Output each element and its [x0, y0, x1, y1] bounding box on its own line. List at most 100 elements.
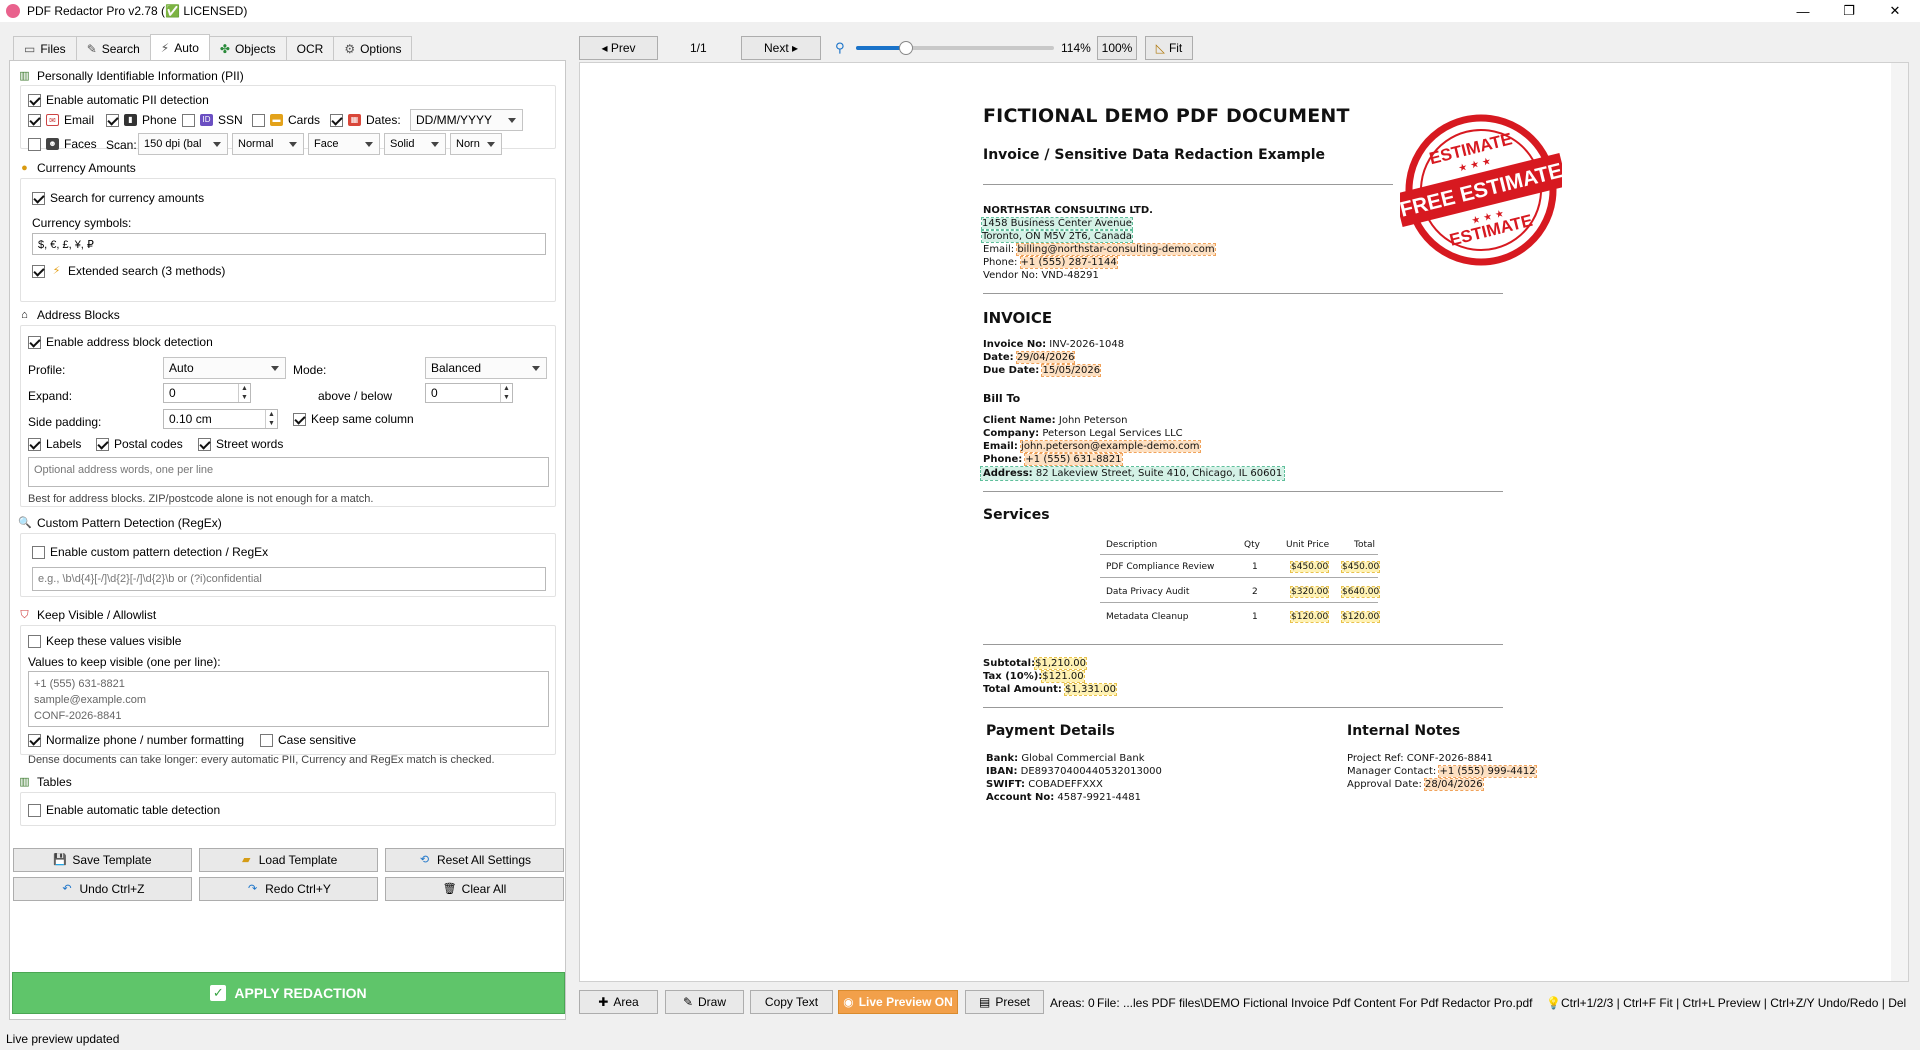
tab-objects[interactable]: ✤ Objects — [208, 36, 287, 60]
client-email-match[interactable]: john.peterson@example-demo.com — [1020, 440, 1201, 453]
manager-phone-match[interactable]: +1 (555) 999-4412 — [1438, 765, 1537, 778]
ssn-checkbox[interactable] — [182, 113, 195, 127]
save-template-button[interactable]: 💾 Save Template — [13, 848, 192, 872]
street-checkbox[interactable] — [198, 437, 211, 451]
currency-match[interactable]: $450.00 — [1289, 561, 1330, 573]
currency-match[interactable]: $120.00 — [1289, 611, 1330, 623]
above-below-spinbox[interactable]: 0 ▲ ▼ — [425, 383, 513, 403]
address-mode-select[interactable]: Balanced — [425, 357, 547, 379]
tab-search[interactable]: ✎ Search — [75, 36, 151, 60]
normalize-checkbox[interactable] — [28, 733, 41, 747]
optional-address-words-input[interactable]: Optional address words, one per line — [28, 457, 549, 487]
profile-select[interactable]: Auto — [163, 357, 286, 379]
expand-spinbox[interactable]: 0 ▲ ▼ — [163, 383, 251, 403]
currency-match[interactable]: $120.00 — [1340, 611, 1381, 623]
scan-dpi-select[interactable]: 150 dpi (bal — [138, 133, 228, 155]
live-preview-toggle[interactable]: ◉ Live Preview ON — [838, 990, 958, 1014]
spin-arrows[interactable]: ▲ ▼ — [238, 384, 250, 402]
tables-enable-row[interactable]: Enable automatic table detection — [28, 803, 220, 817]
fill-style-select[interactable]: Solid — [384, 133, 446, 155]
case-sensitive-row[interactable]: Case sensitive — [260, 733, 356, 747]
pii-email-row[interactable]: ✉ Email — [28, 113, 94, 127]
close-button[interactable]: ✕ — [1872, 0, 1918, 22]
tab-files[interactable]: ▭ Files — [13, 36, 77, 60]
next-page-button[interactable]: Next ▸ — [741, 36, 821, 60]
pii-enable-checkbox[interactable] — [28, 93, 41, 107]
spin-arrows[interactable]: ▲ ▼ — [265, 410, 277, 428]
currency-extended-row[interactable]: ⚡ Extended search (3 methods) — [32, 264, 225, 278]
reset-settings-button[interactable]: ⟲ Reset All Settings — [385, 848, 564, 872]
labels-checkbox[interactable] — [28, 437, 41, 451]
zoom-100-button[interactable]: 100% — [1097, 36, 1137, 60]
currency-search-checkbox[interactable] — [32, 191, 45, 205]
keep-visible-row[interactable]: Keep these values visible — [28, 634, 181, 648]
pii-enable-row[interactable]: Enable automatic PII detection — [28, 93, 209, 107]
face-target-select[interactable]: Face — [308, 133, 380, 155]
load-template-button[interactable]: ▰ Load Template — [199, 848, 378, 872]
pii-dates-row[interactable]: ▦ Dates: — [330, 113, 401, 127]
zoom-slider[interactable] — [856, 41, 1054, 55]
pii-ssn-row[interactable]: ID SSN — [182, 113, 243, 127]
vendor-email-match[interactable]: billing@northstar-consulting-demo.com — [1016, 243, 1216, 256]
faces-checkbox[interactable] — [28, 137, 41, 151]
pii-phone-row[interactable]: ▮ Phone — [106, 113, 177, 127]
currency-symbols-input[interactable]: $, €, £, ¥, ₽ — [32, 233, 546, 255]
vendor-address-line1[interactable]: 1458 Business Center Avenue — [981, 217, 1133, 230]
regex-enable-checkbox[interactable] — [32, 545, 45, 559]
norm-select[interactable]: Norn — [450, 133, 502, 155]
spin-arrows[interactable]: ▲ ▼ — [500, 384, 512, 402]
clear-all-button[interactable]: 🗑 Clear All — [385, 877, 564, 901]
normalize-row[interactable]: Normalize phone / number formatting — [28, 733, 244, 747]
postal-row[interactable]: Postal codes — [96, 437, 183, 451]
draw-button[interactable]: ✎ Draw — [665, 990, 744, 1014]
phone-checkbox[interactable] — [106, 113, 119, 127]
allowlist-textarea[interactable]: +1 (555) 631-8821 sample@example.com CON… — [28, 671, 549, 727]
email-checkbox[interactable] — [28, 113, 41, 127]
street-row[interactable]: Street words — [198, 437, 283, 451]
vendor-phone-match[interactable]: +1 (555) 287-1144 — [1019, 256, 1118, 269]
regex-enable-row[interactable]: Enable custom pattern detection / RegEx — [32, 545, 268, 559]
minimize-button[interactable]: — — [1780, 0, 1826, 22]
client-phone-match[interactable]: +1 (555) 631-8821 — [1024, 453, 1123, 466]
viewer-scrollbar[interactable] — [1891, 63, 1908, 981]
dates-checkbox[interactable] — [330, 113, 343, 127]
labels-row[interactable]: Labels — [28, 437, 81, 451]
date-format-select[interactable]: DD/MM/YYYY — [410, 109, 523, 131]
extended-search-checkbox[interactable] — [32, 264, 45, 278]
side-padding-spinbox[interactable]: 0.10 cm ▲ ▼ — [163, 409, 278, 429]
tab-ocr[interactable]: OCR — [285, 36, 335, 60]
currency-match[interactable]: $320.00 — [1289, 586, 1330, 598]
redo-button[interactable]: ↷ Redo Ctrl+Y — [199, 877, 378, 901]
currency-match[interactable]: $1,331.00 — [1064, 683, 1117, 696]
pii-faces-row[interactable]: ☻ Faces — [28, 137, 97, 151]
keep-visible-checkbox[interactable] — [28, 634, 41, 648]
vendor-address-line2[interactable]: Toronto, ON M5V 2T6, Canada — [980, 230, 1134, 243]
due-date-match[interactable]: 15/05/2026 — [1041, 364, 1102, 377]
maximize-button[interactable]: ❐ — [1826, 0, 1872, 22]
apply-redaction-button[interactable]: ✓ APPLY REDACTION — [12, 972, 565, 1014]
pdf-viewer[interactable]: FICTIONAL DEMO PDF DOCUMENT Invoice / Se… — [579, 62, 1909, 982]
currency-match[interactable]: $1,210.00 — [1034, 657, 1087, 670]
currency-search-row[interactable]: Search for currency amounts — [32, 191, 204, 205]
prev-page-button[interactable]: ◂ Prev — [579, 36, 658, 60]
copy-text-button[interactable]: Copy Text — [750, 990, 833, 1014]
zoom-slider-handle[interactable] — [898, 41, 913, 55]
fit-button[interactable]: ◺ Fit — [1145, 36, 1193, 60]
case-sensitive-checkbox[interactable] — [260, 733, 273, 747]
cards-checkbox[interactable] — [252, 113, 265, 127]
address-enable-row[interactable]: Enable address block detection — [28, 335, 213, 349]
regex-input[interactable]: e.g., \b\d{4}[-/]\d{2}[-/]\d{2}\b or (?i… — [32, 567, 546, 591]
invoice-date-match[interactable]: 29/04/2026 — [1015, 351, 1076, 364]
address-enable-checkbox[interactable] — [28, 335, 41, 349]
tab-options[interactable]: ⚙ Options — [333, 36, 413, 60]
tab-auto[interactable]: ⚡ Auto — [149, 34, 210, 60]
postal-checkbox[interactable] — [96, 437, 109, 451]
keep-column-row[interactable]: Keep same column — [293, 412, 414, 426]
client-address-match[interactable]: Address: 82 Lakeview Street, Suite 410, … — [979, 466, 1286, 481]
scan-mode-select[interactable]: Normal — [232, 133, 304, 155]
undo-button[interactable]: ↶ Undo Ctrl+Z — [13, 877, 192, 901]
pii-cards-row[interactable]: ▬ Cards — [252, 113, 320, 127]
keep-column-checkbox[interactable] — [293, 412, 306, 426]
currency-match[interactable]: $450.00 — [1340, 561, 1381, 573]
approval-date-match[interactable]: 28/04/2026 — [1424, 778, 1484, 791]
